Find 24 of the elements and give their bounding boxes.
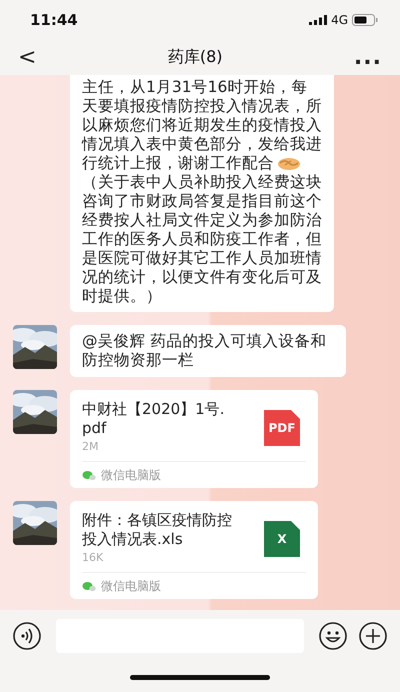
battery-icon — [352, 14, 378, 26]
file-name: 附件：各镇区疫情防控投入情况表.xls — [82, 511, 232, 549]
file-type-icon: X — [264, 521, 300, 557]
chat-title: 药库(8) — [168, 47, 223, 68]
plus-icon[interactable] — [358, 621, 388, 651]
source-label: 微信电脑版 — [101, 466, 161, 484]
signal-icon — [309, 15, 328, 25]
more-button[interactable]: ... — [348, 45, 388, 70]
file-card[interactable]: 附件：各镇区疫情防控投入情况表.xls 16K X 微信电脑版 — [70, 501, 318, 599]
message-text: @吴俊辉 药品的投入可填入设备和防控物资那一栏 — [82, 332, 326, 369]
status-time: 11:44 — [30, 11, 78, 29]
message-text: 主任，从1月31号16时开始，每天要填报疫情防控投入情况表，所以麻烦您们将近期发生的疫情投入情况填入表中黄色部分，发给我进行统计上报，谢谢工作配合 （关于表中人员补助投入经费这块咨询了市财政局答复是指目前这个经费按人社局文件定义为参加防治工作的医务人员和防疫工作者，但是医院可做好其它工作人员加班情况的统计，以便文件有变化后可及时提供。） — [82, 78, 322, 305]
emoji-icon[interactable] — [318, 621, 348, 651]
source-label: 微信电脑版 — [101, 578, 161, 594]
file-name: 中财社【2020】1号.pdf — [82, 400, 226, 438]
back-button[interactable]: < — [12, 45, 42, 70]
network-label: 4G — [331, 13, 348, 27]
wechat-icon — [82, 470, 96, 480]
wechat-icon — [82, 580, 96, 592]
voice-icon[interactable] — [12, 621, 42, 651]
file-size: 16K — [82, 551, 104, 564]
file-type-icon: PDF — [264, 410, 300, 446]
file-card[interactable]: 中财社【2020】1号.pdf 2M PDF 微信电脑版 — [70, 390, 318, 488]
file-size: 2M — [82, 440, 100, 453]
